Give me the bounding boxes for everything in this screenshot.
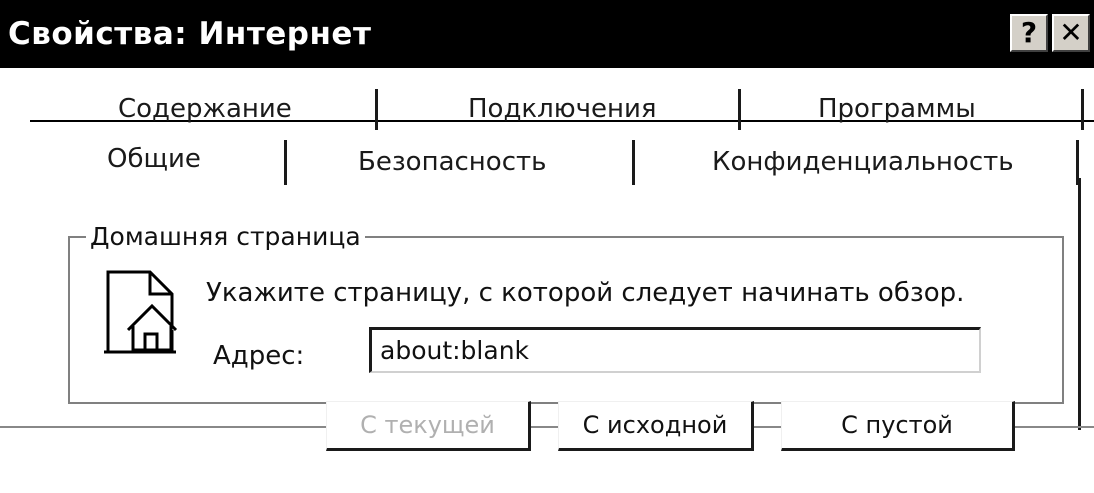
address-input[interactable] [369, 327, 981, 373]
close-button[interactable]: ✕ [1052, 14, 1090, 52]
help-icon: ? [1020, 16, 1038, 49]
tab-general[interactable]: Общие [107, 144, 201, 174]
use-current-button[interactable]: С текущей [326, 401, 531, 451]
tab-security[interactable]: Безопасность [358, 147, 546, 177]
home-page-hint: Укажите страницу, с которой следует начи… [206, 278, 965, 308]
tab-divider [375, 89, 378, 130]
window-title: Свойства: Интернет [8, 16, 372, 52]
tab-programs[interactable]: Программы [818, 94, 976, 124]
tab-divider [1081, 89, 1084, 130]
help-button[interactable]: ? [1010, 14, 1048, 52]
title-bar[interactable]: Свойства: Интернет ? ✕ [0, 0, 1094, 68]
close-icon: ✕ [1059, 16, 1083, 49]
use-blank-button[interactable]: С пустой [781, 401, 1015, 451]
home-page-icon [104, 270, 178, 354]
tab-privacy[interactable]: Конфиденциальность [712, 147, 1014, 177]
tab-divider [738, 89, 741, 130]
use-default-button[interactable]: С исходной [558, 401, 754, 451]
tab-connections[interactable]: Подключения [468, 94, 657, 124]
tab-content[interactable]: Содержание [118, 94, 292, 124]
address-label: Адрес: [213, 341, 305, 371]
tab-panel-border [1078, 178, 1081, 430]
home-page-group [68, 236, 1064, 404]
tab-divider [632, 140, 635, 185]
tab-divider [284, 140, 287, 185]
home-page-group-label: Домашняя страница [86, 222, 365, 251]
